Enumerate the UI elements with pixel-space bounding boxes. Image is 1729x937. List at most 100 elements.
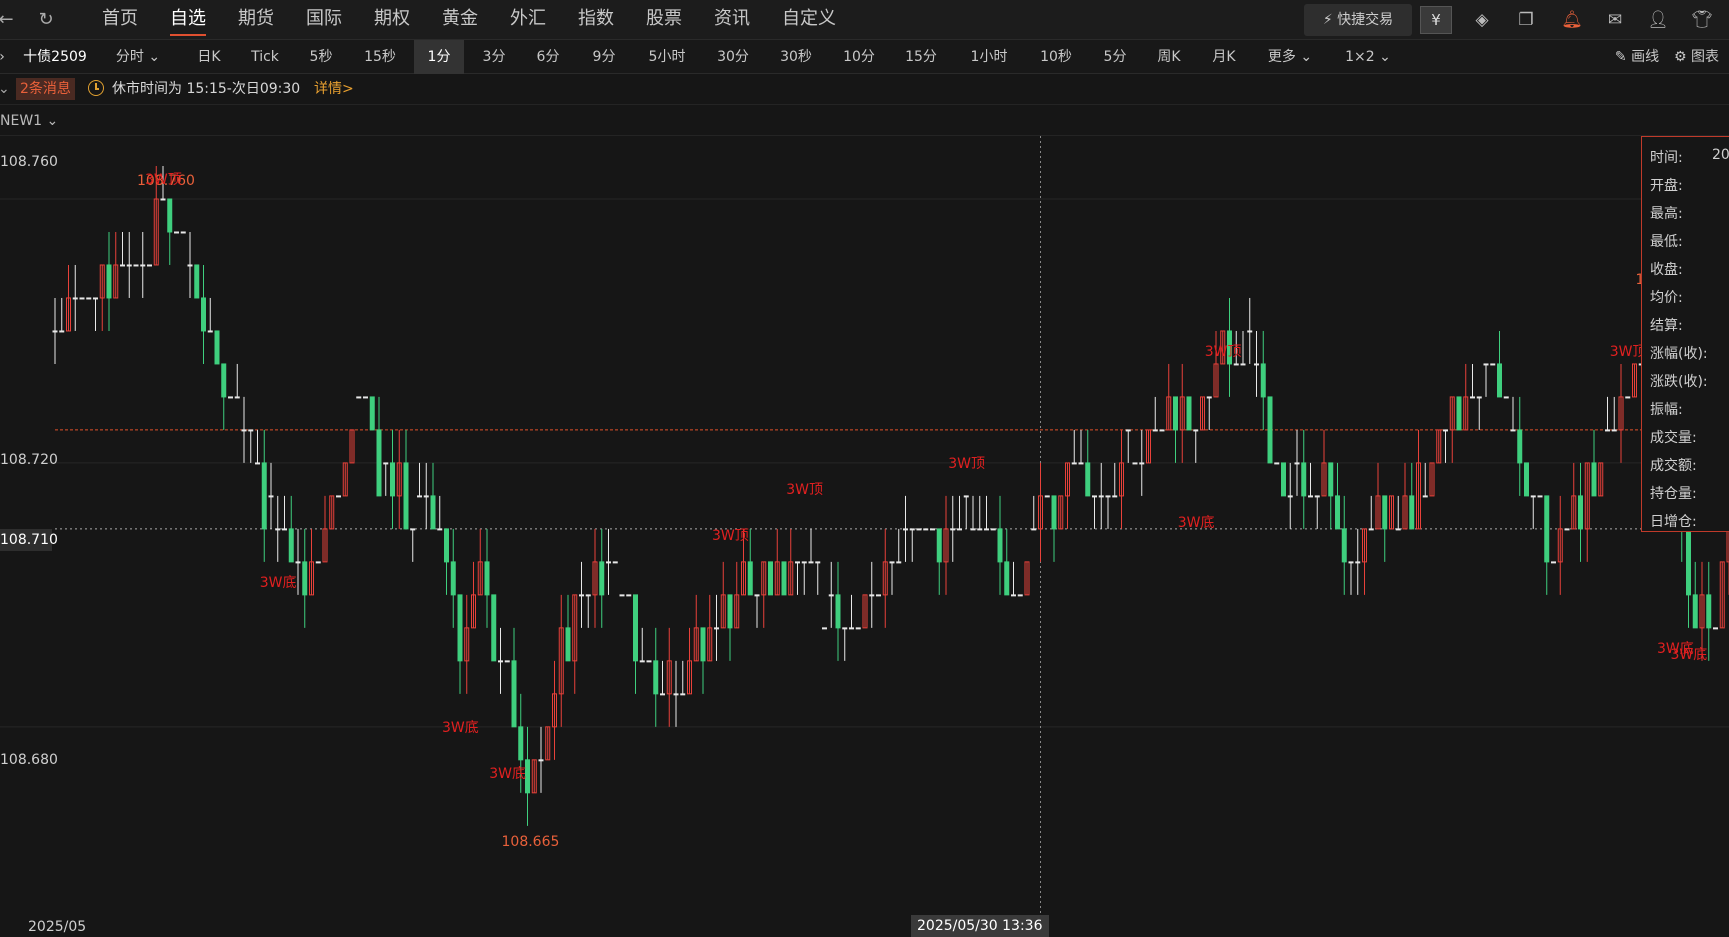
period-button[interactable]: 1分 bbox=[414, 40, 464, 74]
candle-body-flat bbox=[808, 561, 814, 564]
nav-tab[interactable]: 期权 bbox=[374, 0, 410, 40]
user-icon[interactable]: 👤︎ bbox=[1646, 8, 1670, 32]
candle-body-flat bbox=[680, 693, 686, 696]
chart-settings-button[interactable]: ⚙ 图表 bbox=[1674, 40, 1729, 74]
candle-body-flat bbox=[1044, 495, 1050, 498]
nav-tab[interactable]: 黄金 bbox=[442, 0, 478, 40]
chevron-down-icon: ⌄ bbox=[1300, 49, 1313, 65]
candle-body-down bbox=[511, 660, 517, 728]
candlestick-chart[interactable] bbox=[0, 136, 1729, 935]
candle-body-flat bbox=[126, 264, 132, 267]
period-button[interactable]: 3分 bbox=[468, 40, 520, 74]
symbol-selector[interactable]: 十债2509 bbox=[14, 40, 96, 74]
intraday-selector[interactable]: 分时 ⌄ bbox=[104, 40, 172, 74]
x-cursor-time-label: 2025/05/30 13:36 bbox=[911, 915, 1049, 937]
period-button[interactable]: 9分 bbox=[576, 40, 632, 74]
collapse-chevron-icon[interactable]: › bbox=[0, 40, 8, 74]
cny-button[interactable]: ¥ bbox=[1420, 6, 1452, 34]
candle-body-flat bbox=[1308, 495, 1313, 498]
indicator-bar bbox=[0, 105, 1729, 136]
chevron-icon[interactable]: ⌄ bbox=[0, 80, 10, 98]
candle-body-down bbox=[1382, 495, 1388, 530]
nav-tab[interactable]: 资讯 bbox=[714, 0, 750, 40]
window-icon[interactable]: ❐ bbox=[1514, 8, 1538, 32]
pattern-label: 3W顶 bbox=[786, 482, 823, 499]
period-button[interactable]: 6分 bbox=[522, 40, 574, 74]
period-button[interactable]: 15秒 bbox=[352, 40, 408, 74]
candle-body-flat bbox=[795, 561, 800, 564]
period-button[interactable]: 15分 bbox=[890, 40, 952, 74]
tooltip-row-label: 涨幅(收): bbox=[1650, 346, 1708, 362]
messages-badge[interactable]: 2条消息 bbox=[16, 78, 75, 100]
back-arrow-icon[interactable]: ← bbox=[0, 8, 18, 32]
period-button[interactable]: 10分 bbox=[830, 40, 888, 74]
pattern-label: 3W底 bbox=[259, 574, 297, 591]
candle-body-flat bbox=[423, 495, 429, 498]
details-link[interactable]: 详情> bbox=[314, 80, 354, 98]
candle-body-down bbox=[835, 594, 841, 629]
shirt-icon[interactable]: 👕︎ bbox=[1690, 8, 1714, 32]
mail-icon[interactable]: ✉ bbox=[1602, 8, 1628, 32]
candle-body-down bbox=[700, 627, 706, 662]
nav-tab[interactable]: 首页 bbox=[102, 0, 138, 40]
indicator-name: NEW1 bbox=[0, 113, 43, 129]
candle-body-down bbox=[518, 726, 524, 761]
period-button[interactable]: 周K bbox=[1142, 40, 1196, 74]
period-button[interactable]: 5分 bbox=[1088, 40, 1142, 74]
candle-body-flat bbox=[828, 594, 834, 597]
candle-body-down bbox=[430, 495, 436, 530]
candle-body-flat bbox=[207, 330, 213, 333]
refresh-icon[interactable]: ↻ bbox=[34, 8, 58, 32]
candle-body-flat bbox=[754, 594, 760, 597]
nav-tab[interactable]: 自定义 bbox=[782, 0, 836, 40]
period-button[interactable]: 月K bbox=[1196, 40, 1252, 74]
indicator-selector[interactable]: NEW1 ⌄ bbox=[0, 112, 58, 130]
candle-body-flat bbox=[228, 396, 233, 399]
tooltip-row-label: 最高: bbox=[1650, 206, 1683, 222]
more-periods-dropdown[interactable]: 更多 ⌄ bbox=[1258, 40, 1322, 74]
period-button[interactable]: 5小时 bbox=[632, 40, 702, 74]
candle-body-down bbox=[261, 462, 267, 530]
candle-body-down bbox=[936, 528, 942, 563]
candle-body-down bbox=[1085, 462, 1091, 497]
period-button[interactable]: 30分 bbox=[702, 40, 764, 74]
quick-trade-label: 快捷交易 bbox=[1337, 12, 1394, 28]
bell-icon[interactable]: 🔔︎ bbox=[1560, 8, 1584, 32]
chevron-down-icon: ⌄ bbox=[1379, 49, 1391, 65]
nav-tab[interactable]: 国际 bbox=[306, 0, 342, 40]
candle-body-flat bbox=[282, 528, 287, 531]
candle-body-flat bbox=[916, 528, 922, 531]
candle-body-flat bbox=[876, 594, 881, 597]
layers-icon[interactable]: ◈ bbox=[1470, 8, 1494, 32]
nav-tab[interactable]: 自选 bbox=[170, 0, 206, 40]
nav-tab[interactable]: 指数 bbox=[578, 0, 614, 40]
candle-body-flat bbox=[1125, 429, 1131, 432]
candle-body-down bbox=[214, 330, 220, 365]
candle-body-down bbox=[390, 462, 395, 497]
nav-tab[interactable]: 股票 bbox=[646, 0, 682, 40]
period-button[interactable]: 1小时 bbox=[954, 40, 1024, 74]
nav-tab[interactable]: 期货 bbox=[238, 0, 274, 40]
candle-body-down bbox=[1544, 495, 1550, 563]
candle-body-flat bbox=[957, 528, 962, 531]
draw-line-button[interactable]: ✎ 画线 bbox=[1608, 40, 1666, 74]
candle-body-down bbox=[167, 198, 173, 233]
candle-body-down bbox=[403, 462, 409, 530]
candle-body-flat bbox=[896, 561, 902, 564]
candle-body-flat bbox=[1112, 495, 1118, 498]
period-button[interactable]: 30秒 bbox=[766, 40, 826, 74]
candle-body-flat bbox=[417, 495, 422, 498]
period-button[interactable]: 日K bbox=[186, 40, 232, 74]
period-button[interactable]: 5秒 bbox=[296, 40, 346, 74]
tooltip-row-label: 成交量: bbox=[1650, 430, 1697, 446]
nav-tab[interactable]: 外汇 bbox=[510, 0, 546, 40]
pencil-icon: ✎ bbox=[1614, 49, 1627, 65]
layout-dropdown[interactable]: 1×2 ⌄ bbox=[1336, 40, 1400, 74]
candle-body-flat bbox=[1537, 495, 1543, 498]
period-button[interactable]: 10秒 bbox=[1026, 40, 1086, 74]
candle-body-flat bbox=[255, 462, 260, 465]
period-button[interactable]: Tick bbox=[242, 40, 288, 74]
quick-trade-button[interactable]: ⚡ 快捷交易 bbox=[1304, 4, 1412, 36]
candle-body-flat bbox=[160, 198, 166, 201]
candle-body-down bbox=[1301, 462, 1307, 497]
